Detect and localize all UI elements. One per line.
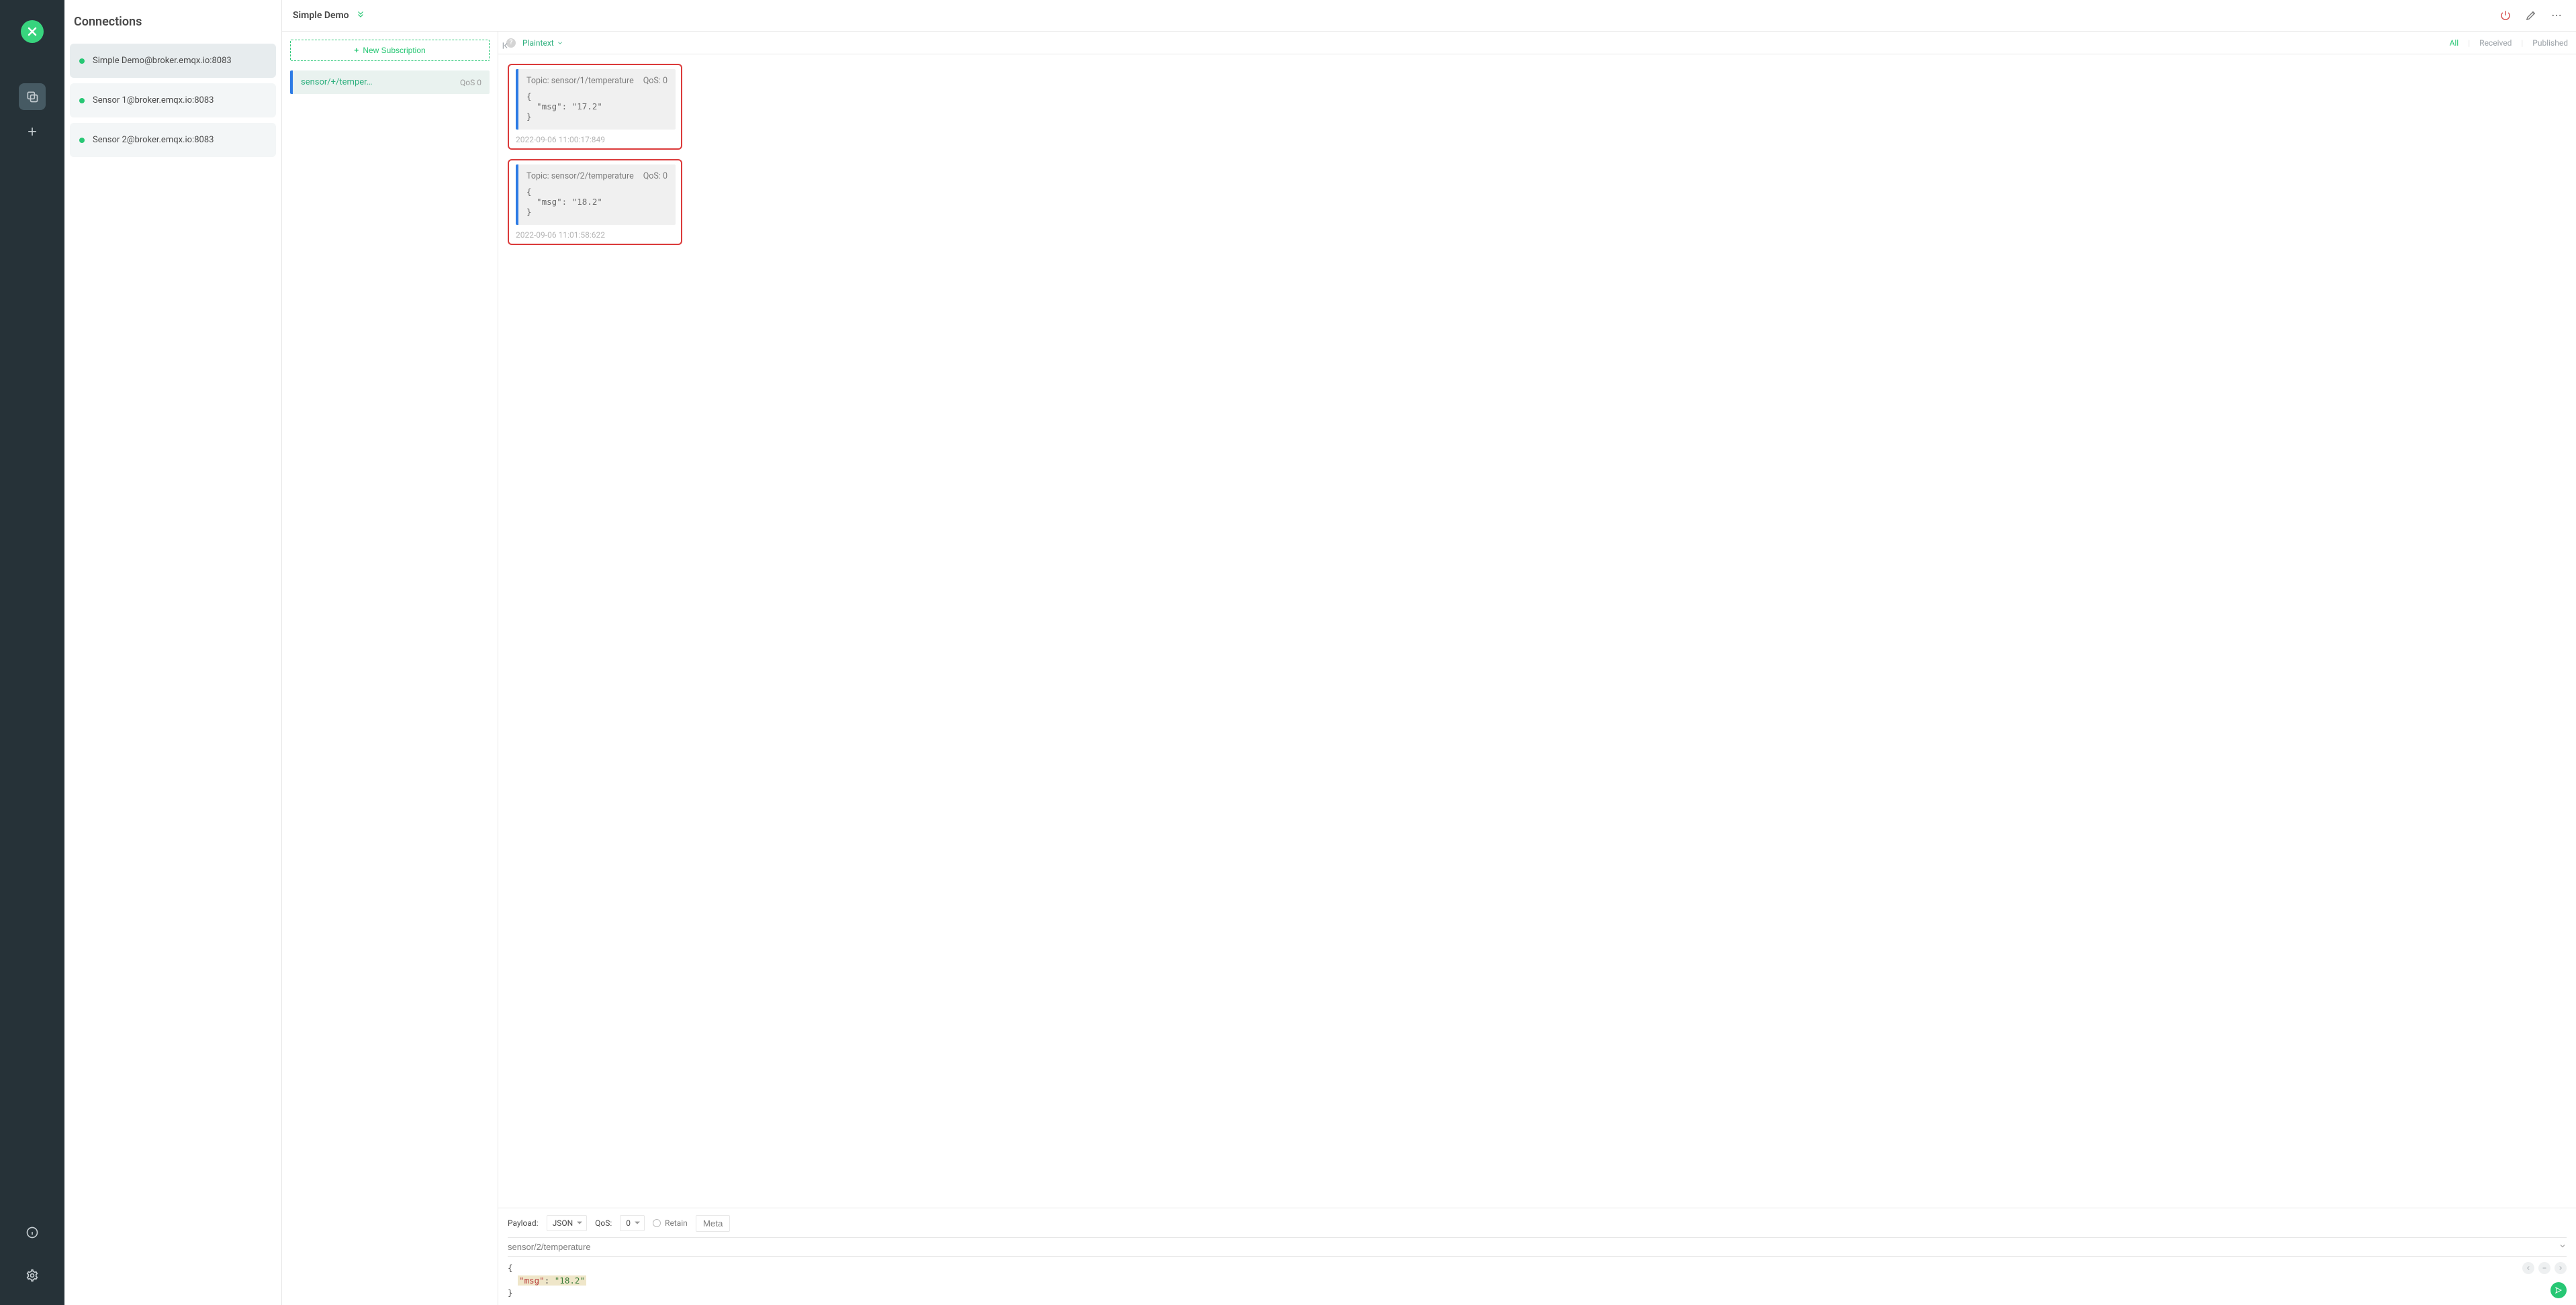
publish-panel: Payload: JSON QoS: 0 Retain Meta <box>498 1208 2576 1305</box>
message-filter-tabs: All | Received | Published <box>2450 38 2568 48</box>
payload-label: Payload: <box>508 1218 539 1228</box>
dots-horizontal-icon <box>2550 9 2563 21</box>
logo-icon <box>26 25 39 38</box>
pencil-icon <box>2525 9 2537 21</box>
retain-toggle[interactable]: Retain <box>653 1218 688 1228</box>
connections-list: Simple Demo@broker.emqx.io:8083 Sensor 1… <box>64 44 281 157</box>
subscription-name: sensor/+/temper… <box>301 77 372 87</box>
disconnect-button[interactable] <box>2497 7 2514 24</box>
subscriptions-column: + New Subscription sensor/+/temper… QoS … <box>282 32 498 1305</box>
publish-topic-input[interactable] <box>508 1238 2559 1256</box>
message-timestamp: 2022-09-06 11:01:58:622 <box>516 230 676 240</box>
subscription-qos: QoS 0 <box>460 78 481 87</box>
subscription-item[interactable]: sensor/+/temper… QoS 0 <box>290 70 490 94</box>
status-dot-icon <box>79 58 85 64</box>
messages-column: ? Plaintext All | Received | Published <box>498 32 2576 1305</box>
message-qos: QoS: 0 <box>643 171 668 181</box>
filter-published[interactable]: Published <box>2532 38 2568 48</box>
history-prev-button[interactable] <box>2522 1262 2534 1274</box>
arrow-left-icon <box>2525 1265 2532 1271</box>
history-collapse-button[interactable] <box>2538 1262 2550 1274</box>
qos-label: QoS: <box>595 1218 612 1228</box>
nav-info[interactable] <box>19 1219 46 1246</box>
history-nav <box>2522 1262 2567 1274</box>
connection-name: Sensor 1@broker.emqx.io:8083 <box>93 95 214 105</box>
new-subscription-button[interactable]: + New Subscription <box>290 40 490 61</box>
qos-select[interactable]: 0 <box>620 1218 645 1228</box>
copy-icon <box>26 90 39 103</box>
more-button[interactable] <box>2548 7 2565 24</box>
plus-icon: + <box>354 46 359 55</box>
nav-connections[interactable] <box>19 83 46 110</box>
chevron-down-icon <box>557 40 563 46</box>
info-icon <box>26 1226 39 1239</box>
new-subscription-label: New Subscription <box>363 46 425 55</box>
nav-rail <box>0 0 64 1305</box>
topic-expand-toggle[interactable] <box>2559 1242 2567 1252</box>
publish-body-editor[interactable]: { "msg": "18.2" } <box>508 1262 2567 1300</box>
send-icon <box>2555 1286 2563 1294</box>
connection-item[interactable]: Simple Demo@broker.emqx.io:8083 <box>70 44 276 78</box>
meta-button[interactable]: Meta <box>696 1215 731 1232</box>
expand-toggle[interactable] <box>356 9 365 21</box>
detail-body: + New Subscription sensor/+/temper… QoS … <box>282 32 2576 1305</box>
message-topic: Topic: sensor/2/temperature <box>526 171 634 181</box>
message-qos: QoS: 0 <box>643 76 668 86</box>
message-topic: Topic: sensor/1/temperature <box>526 76 634 86</box>
gear-icon <box>26 1269 39 1282</box>
message-highlight-group: Topic: sensor/2/temperature QoS: 0 { "ms… <box>508 159 682 245</box>
filter-all[interactable]: All <box>2450 38 2459 48</box>
messages-toolbar: ? Plaintext All | Received | Published <box>498 32 2576 54</box>
connection-name: Simple Demo@broker.emqx.io:8083 <box>93 56 232 66</box>
message-body: { "msg": "17.2" } <box>526 91 668 122</box>
collapse-left-icon <box>502 41 511 50</box>
message-item[interactable]: Topic: sensor/1/temperature QoS: 0 { "ms… <box>516 69 676 130</box>
connections-title: Connections <box>64 0 281 44</box>
collapse-subscriptions-toggle[interactable] <box>502 41 511 53</box>
radio-icon <box>653 1219 661 1227</box>
connection-item[interactable]: Sensor 2@broker.emqx.io:8083 <box>70 123 276 157</box>
messages-list: Topic: sensor/1/temperature QoS: 0 { "ms… <box>498 54 2576 1208</box>
power-icon <box>2499 9 2512 21</box>
message-timestamp: 2022-09-06 11:00:17:849 <box>516 135 676 144</box>
history-next-button[interactable] <box>2555 1262 2567 1274</box>
nav-settings[interactable] <box>19 1262 46 1289</box>
nav-add[interactable] <box>19 118 46 145</box>
connection-item[interactable]: Sensor 1@broker.emqx.io:8083 <box>70 83 276 117</box>
payload-type-select[interactable]: JSON <box>547 1218 588 1228</box>
filter-received[interactable]: Received <box>2479 38 2512 48</box>
message-highlight-group: Topic: sensor/1/temperature QoS: 0 { "ms… <box>508 64 682 150</box>
plus-icon <box>26 125 39 138</box>
send-button[interactable] <box>2550 1282 2567 1298</box>
arrow-right-icon <box>2557 1265 2564 1271</box>
connections-panel: Connections Simple Demo@broker.emqx.io:8… <box>64 0 282 1305</box>
message-item[interactable]: Topic: sensor/2/temperature QoS: 0 { "ms… <box>516 164 676 225</box>
minus-icon <box>2541 1265 2548 1271</box>
message-body: { "msg": "18.2" } <box>526 187 668 217</box>
status-dot-icon <box>79 98 85 103</box>
app-logo <box>21 20 44 43</box>
format-label: Plaintext <box>522 38 554 48</box>
format-select[interactable]: Plaintext <box>522 38 563 48</box>
connection-name: Sensor 2@broker.emqx.io:8083 <box>93 135 214 145</box>
chevron-down-icon <box>2559 1242 2567 1250</box>
status-dot-icon <box>79 138 85 143</box>
connection-title: Simple Demo <box>293 10 349 21</box>
detail-header: Simple Demo <box>282 0 2576 32</box>
chevron-double-down-icon <box>356 9 365 19</box>
detail-panel: Simple Demo + New Subscription sensor/+/… <box>282 0 2576 1305</box>
edit-button[interactable] <box>2522 7 2540 24</box>
